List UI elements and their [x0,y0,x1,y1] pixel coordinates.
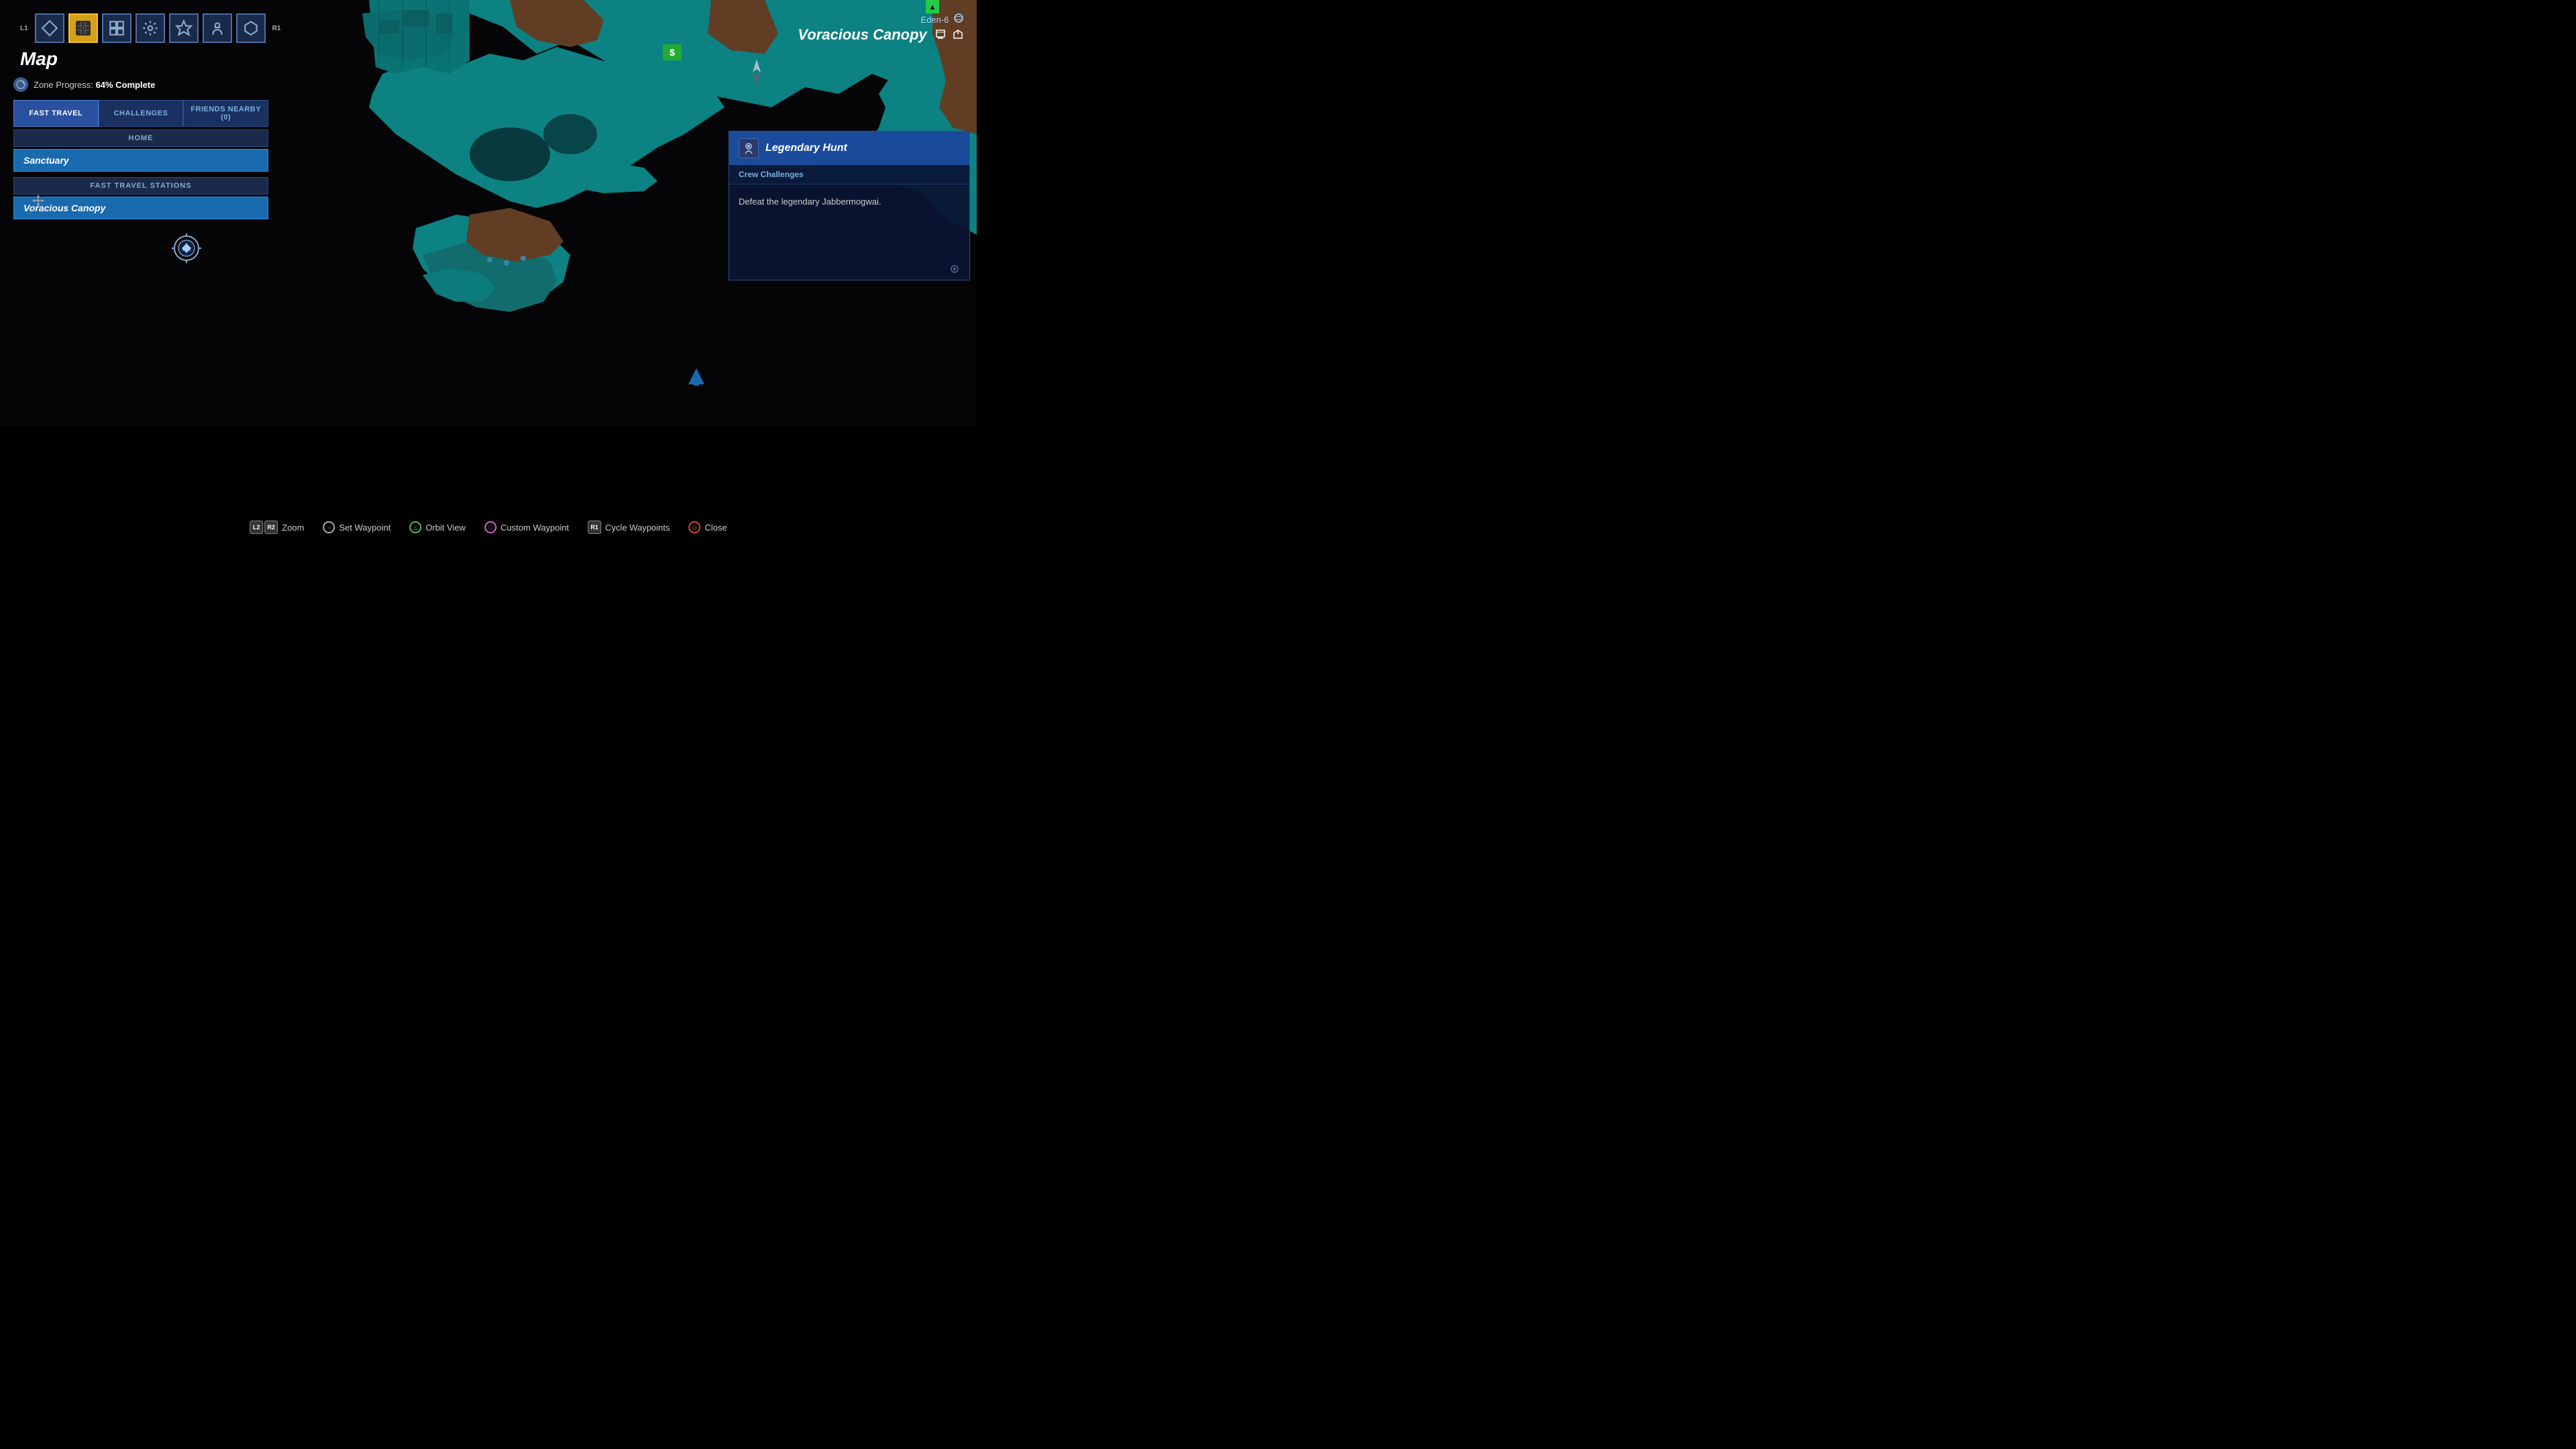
nav-icon-network[interactable] [236,13,266,43]
nav-icon-inventory[interactable] [102,13,131,43]
control-orbit-view: △ Orbit View [409,521,466,533]
set-waypoint-label: Set Waypoint [339,523,390,533]
svg-text:▲: ▲ [929,3,936,11]
fast-travel-label: Fast Travel Stations [13,177,268,195]
nav-icon-settings[interactable] [136,13,165,43]
square-key: □ [484,521,496,533]
control-set-waypoint: ○ Set Waypoint [323,521,390,533]
custom-waypoint-label: Custom Waypoint [500,523,569,533]
control-cycle-waypoints: R1 Cycle Waypoints [588,521,669,534]
tab-fast-travel[interactable]: Fast Travel [13,100,99,127]
l1-badge: L1 [20,25,28,32]
controls-bar: L2 R2 Zoom ○ Set Waypoint △ Orbit View □… [250,521,727,534]
control-custom-waypoint: □ Custom Waypoint [484,521,569,533]
sanctuary-button[interactable]: Sanctuary [13,149,268,172]
zone-progress: Zone Progress: 64% Complete [13,77,268,92]
zone-progress-value: 64% Complete [96,80,156,90]
tab-bar: Fast Travel Challenges Friends Nearby (0… [13,100,268,127]
legendary-hunt-header: Legendary Hunt [729,131,969,165]
svg-text:$: $ [669,47,675,58]
r1-badge: R1 [272,25,281,32]
planet-info: Eden-6 Voracious Canopy [798,13,963,44]
top-nav: L1 [20,13,280,43]
nav-icon-diamond[interactable] [35,13,64,43]
home-section-label: HOME [13,129,268,147]
legendary-hunt-icon [739,138,759,158]
r2-key: R2 [264,521,278,534]
navigation-upload-arrow[interactable] [684,366,708,393]
circle-key: ○ [323,521,335,533]
zone-progress-icon [13,77,28,92]
legendary-hunt-title: Legendary Hunt [765,142,847,154]
nav-icon-challenges[interactable] [203,13,232,43]
close-label: Close [705,523,727,533]
control-zoom: L2 R2 Zoom [250,521,304,534]
tab-friends-nearby[interactable]: Friends Nearby (0) [183,100,268,127]
crew-challenges-label: Crew Challenges [729,165,969,184]
legendary-hunt-panel: Legendary Hunt Crew Challenges Defeat th… [729,131,970,280]
voracious-canopy-button[interactable]: Voracious Canopy [13,197,268,219]
r1-ctrl-key: R1 [588,521,601,534]
nav-icon-missions[interactable] [169,13,199,43]
map-title: Map [20,48,58,70]
left-panel: Zone Progress: 64% Complete Fast Travel … [13,77,268,225]
legendary-hunt-footer [729,258,969,280]
tab-challenges[interactable]: Challenges [99,100,184,127]
legendary-hunt-description: Defeat the legendary Jabbermogwai. [729,184,969,258]
triangle-key: △ [409,521,421,533]
zoom-label: Zoom [282,523,304,533]
move-icon [32,195,44,210]
planet-name: Eden-6 [798,13,963,25]
control-close: ◎ Close [689,521,727,533]
zone-name: Voracious Canopy [798,26,963,44]
nav-icon-map[interactable] [68,13,98,43]
cycle-waypoints-label: Cycle Waypoints [605,523,669,533]
close-key: ◎ [689,521,701,533]
l2-key: L2 [250,521,263,534]
zone-progress-text: Zone Progress: 64% Complete [34,80,155,90]
orbit-view-label: Orbit View [425,523,466,533]
